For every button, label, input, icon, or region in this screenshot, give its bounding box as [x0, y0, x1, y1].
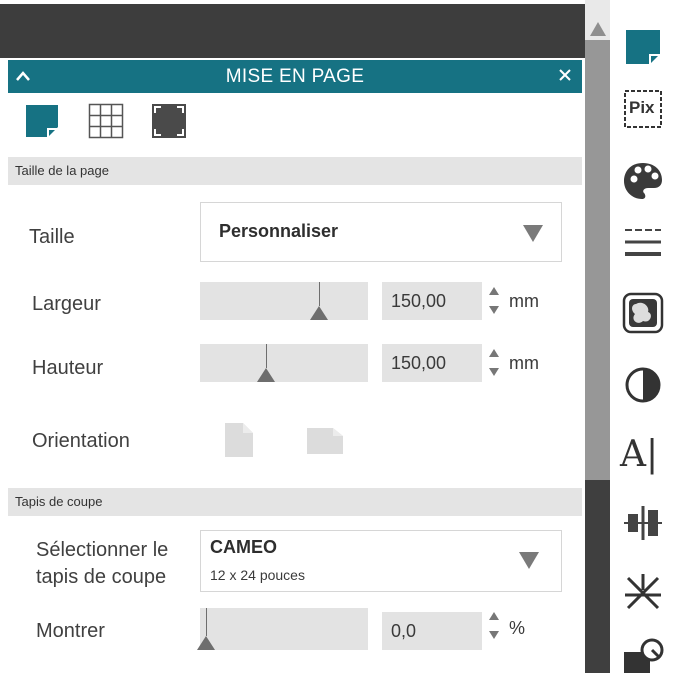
- height-unit: mm: [509, 353, 539, 373]
- fill-palette-icon[interactable]: [620, 158, 666, 204]
- send-icon[interactable]: [620, 636, 666, 673]
- line-style-icon[interactable]: [620, 218, 666, 264]
- width-slider[interactable]: [200, 282, 368, 320]
- height-label: Hauteur: [32, 357, 104, 379]
- show-increment-icon[interactable]: [489, 612, 499, 620]
- width-label: Largeur: [32, 293, 101, 315]
- registration-marks-icon[interactable]: [151, 103, 187, 139]
- align-icon[interactable]: [620, 500, 666, 546]
- cutting-mat-label-line1: Sélectionner le: [36, 539, 169, 561]
- grid-icon[interactable]: [88, 103, 124, 139]
- height-slider[interactable]: [200, 344, 368, 382]
- scrollbar-thumb[interactable]: [585, 480, 610, 673]
- size-dropdown-value: Personnaliser: [219, 221, 339, 241]
- top-bar: [0, 0, 585, 58]
- panel-header: MISE EN PAGE: [8, 60, 582, 93]
- size-dropdown[interactable]: Personnaliser: [200, 202, 562, 262]
- page-size-section-header: Taille de la page: [8, 157, 582, 185]
- text-style-icon[interactable]: A|: [620, 432, 666, 478]
- replicate-icon[interactable]: [620, 570, 666, 616]
- height-slider-thumb[interactable]: [257, 368, 275, 382]
- cutting-mat-value: CAMEO: [210, 537, 277, 557]
- show-decrement-icon[interactable]: [489, 631, 499, 639]
- width-input[interactable]: 150,00: [382, 282, 482, 320]
- page-setup-icon[interactable]: [24, 103, 60, 139]
- pixscan-icon[interactable]: Pix: [620, 86, 666, 132]
- cutting-mat-dropdown[interactable]: CAMEO 12 x 24 pouces: [200, 530, 562, 592]
- width-slider-thumb[interactable]: [310, 306, 328, 320]
- width-decrement-icon[interactable]: [489, 306, 499, 314]
- show-input[interactable]: 0,0: [382, 612, 482, 650]
- portrait-orientation-icon[interactable]: [223, 421, 255, 459]
- cutting-mat-label: Sélectionner le tapis de coupe: [36, 537, 168, 591]
- width-unit: mm: [509, 291, 539, 311]
- size-label: Taille: [29, 226, 75, 248]
- chevron-down-icon: [519, 552, 539, 569]
- image-trace-icon[interactable]: [620, 290, 666, 336]
- cutting-mat-size: 12 x 24 pouces: [210, 567, 305, 583]
- height-slider-thumb-line: [266, 344, 267, 368]
- orientation-label: Orientation: [32, 430, 130, 452]
- width-increment-icon[interactable]: [489, 287, 499, 295]
- show-label: Montrer: [36, 620, 105, 642]
- landscape-orientation-icon[interactable]: [305, 426, 345, 456]
- contrast-icon[interactable]: [620, 362, 666, 408]
- height-decrement-icon[interactable]: [489, 368, 499, 376]
- show-slider[interactable]: [197, 608, 368, 650]
- show-slider-thumb[interactable]: [197, 636, 215, 650]
- show-unit: %: [509, 618, 526, 638]
- chevron-down-icon: [523, 225, 543, 242]
- height-increment-icon[interactable]: [489, 349, 499, 357]
- page-setup-panel: MISE EN PAGE Taille de la page Taille Pe…: [8, 60, 582, 673]
- pixscan-label: Pix: [629, 98, 655, 117]
- scroll-up-icon[interactable]: [590, 22, 606, 36]
- cutting-mat-label-line2: tapis de coupe: [36, 566, 167, 588]
- width-slider-thumb-line: [319, 282, 320, 306]
- height-input[interactable]: 150,00: [382, 344, 482, 382]
- panel-title: MISE EN PAGE: [225, 66, 365, 87]
- page-setup-icon[interactable]: [620, 24, 666, 70]
- close-icon[interactable]: [554, 62, 576, 90]
- show-slider-thumb-line: [206, 608, 207, 636]
- cutting-mat-section-header: Tapis de coupe: [8, 488, 582, 516]
